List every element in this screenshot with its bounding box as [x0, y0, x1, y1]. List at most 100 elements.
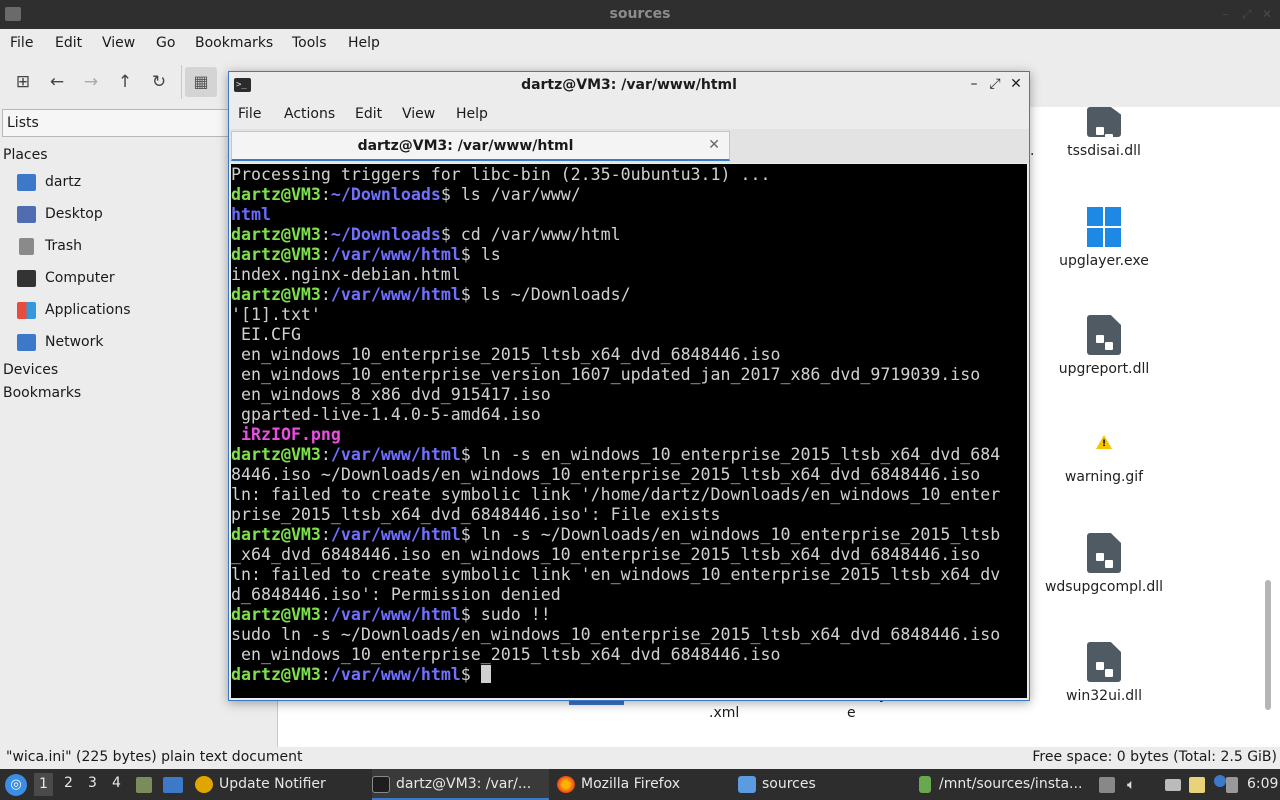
- notification-icon[interactable]: [1214, 775, 1226, 787]
- workspace-1[interactable]: 1: [34, 773, 53, 796]
- volume-icon[interactable]: 🔈︎: [1127, 777, 1143, 793]
- menu-bookmarks[interactable]: Bookmarks: [195, 35, 273, 51]
- workspace-2[interactable]: 2: [64, 775, 73, 791]
- terminal-text: '[1].txt': [231, 305, 321, 324]
- prompt-user: dartz@VM3: [231, 245, 321, 264]
- show-desktop-icon[interactable]: [163, 777, 183, 793]
- prompt-path: /var/www/html: [330, 525, 461, 544]
- menu-tools[interactable]: Tools: [292, 35, 327, 51]
- toolbar-separator: [181, 65, 182, 99]
- up-icon[interactable]: ↑: [114, 71, 136, 93]
- back-icon[interactable]: ←: [46, 71, 68, 93]
- prompt-user: dartz@VM3: [231, 225, 321, 244]
- dll-file-icon: [1087, 107, 1121, 137]
- file-item[interactable]: tssdisai.dll: [1034, 107, 1174, 159]
- terminal-line: dartz@VM3:~/Downloads$ ls /var/www/: [231, 185, 1027, 205]
- sidebar-item-label: Desktop: [45, 206, 103, 222]
- sidebar-item-desktop[interactable]: Desktop: [17, 203, 257, 227]
- battery-icon[interactable]: [1226, 777, 1238, 793]
- file-name: win32ui.dll: [1066, 688, 1142, 704]
- sidebar-item-network[interactable]: Network: [17, 331, 257, 355]
- close-tab-icon[interactable]: ✕: [708, 137, 720, 153]
- terminal-window: >_ dartz@VM3: /var/www/html – ⤢ ✕ File A…: [228, 71, 1030, 701]
- terminal-tab[interactable]: dartz@VM3: /var/www/html ✕: [231, 131, 730, 161]
- file-item[interactable]: upgreport.dll: [1034, 315, 1174, 377]
- terminal-tab-label: dartz@VM3: /var/www/html: [357, 138, 574, 154]
- prompt-user: dartz@VM3: [231, 445, 321, 464]
- menu-view[interactable]: View: [402, 106, 435, 122]
- task-update-notifier[interactable]: Update Notifier: [195, 769, 365, 800]
- menu-help[interactable]: Help: [456, 106, 488, 122]
- terminal-line: dartz@VM3:/var/www/html$: [231, 665, 1027, 685]
- menu-view[interactable]: View: [102, 35, 135, 51]
- terminal-text: $ ln -s en_windows_10_enterprise_2015_lt…: [460, 445, 1001, 464]
- terminal-line: html: [231, 205, 1027, 225]
- terminal-text: Processing triggers for libc-bin (2.35-0…: [231, 165, 771, 184]
- terminal-line: dartz@VM3:/var/www/html$ ls ~/Downloads/: [231, 285, 1027, 305]
- close-icon[interactable]: ✕: [1008, 76, 1024, 92]
- partial-file-label: .xml: [709, 705, 740, 721]
- terminal-text: sudo ln -s ~/Downloads/en_windows_10_ent…: [231, 625, 1001, 644]
- bookmarks-heading[interactable]: Bookmarks: [3, 385, 81, 401]
- menu-file[interactable]: File: [238, 106, 261, 122]
- terminal-line: ln: failed to create symbolic link '/hom…: [231, 485, 1027, 505]
- desktop-icon: [17, 206, 36, 223]
- taskbar: ◎ 1 2 3 4 Update Notifier dartz@VM3: /va…: [0, 769, 1280, 800]
- file-item[interactable]: win32ui.dll: [1034, 642, 1174, 704]
- terminal-titlebar[interactable]: >_ dartz@VM3: /var/www/html – ⤢ ✕: [229, 72, 1029, 99]
- menu-edit[interactable]: Edit: [55, 35, 82, 51]
- file-item[interactable]: wdsupgcompl.dll: [1034, 533, 1174, 595]
- task-firefox[interactable]: Mozilla Firefox: [557, 769, 727, 800]
- close-icon[interactable]: ✕: [1262, 7, 1272, 21]
- maximize-icon[interactable]: ⤢: [1242, 7, 1252, 22]
- file-name: upgreport.dll: [1058, 361, 1150, 377]
- menu-go[interactable]: Go: [156, 35, 175, 51]
- sidebar-item-label: dartz: [45, 174, 82, 190]
- dll-file-icon: [1087, 315, 1121, 355]
- sidebar-mode-select[interactable]: Lists: [2, 109, 242, 137]
- terminal-output[interactable]: Processing triggers for libc-bin (2.35-0…: [231, 164, 1027, 698]
- task-terminal[interactable]: dartz@VM3: /var/...: [372, 769, 549, 800]
- icon-view-icon[interactable]: ▦: [185, 67, 217, 97]
- terminal-text: iRzIOF.png: [241, 425, 341, 444]
- minimize-icon[interactable]: –: [966, 76, 982, 92]
- menu-file[interactable]: File: [10, 35, 33, 51]
- sidebar-item-computer[interactable]: Computer: [17, 267, 257, 291]
- eject-icon[interactable]: [1099, 777, 1115, 793]
- sidebar-item-dartz[interactable]: dartz: [17, 171, 257, 195]
- menu-actions[interactable]: Actions: [284, 106, 335, 122]
- task-installer-document[interactable]: /mnt/sources/insta...: [919, 769, 1089, 800]
- terminal-line: gparted-live-1.4.0-5-amd64.iso: [231, 405, 1027, 425]
- file-item[interactable]: upglayer.exe: [1034, 207, 1174, 269]
- keyboard-icon[interactable]: [1165, 779, 1181, 791]
- terminal-line: en_windows_8_x86_dvd_915417.iso: [231, 385, 1027, 405]
- new-tab-icon[interactable]: ⊞: [12, 71, 34, 93]
- start-menu-icon[interactable]: ◎: [5, 774, 27, 796]
- sidebar-item-applications[interactable]: Applications: [17, 299, 257, 323]
- file-item[interactable]: ! warning.gif: [1034, 435, 1174, 485]
- forward-icon[interactable]: →: [80, 71, 102, 93]
- terminal-line: index.nginx-debian.html: [231, 265, 1027, 285]
- workspace-4[interactable]: 4: [112, 775, 121, 791]
- prompt-path: /var/www/html: [330, 245, 461, 264]
- trash-icon: [19, 238, 34, 255]
- devices-heading[interactable]: Devices: [3, 362, 58, 378]
- maximize-icon[interactable]: ⤢: [987, 76, 1003, 92]
- file-manager-launcher-icon[interactable]: [136, 777, 152, 793]
- clipboard-icon[interactable]: [1189, 777, 1205, 793]
- clock[interactable]: 6:09: [1247, 776, 1278, 792]
- reload-icon[interactable]: ↻: [148, 71, 170, 93]
- file-view-scrollbar[interactable]: [1265, 580, 1271, 710]
- places-heading[interactable]: Places: [3, 147, 48, 163]
- prompt-path: ~/Downloads: [330, 225, 441, 244]
- network-icon: [17, 334, 36, 351]
- menu-help[interactable]: Help: [348, 35, 380, 51]
- sidebar-item-label: Network: [45, 334, 104, 350]
- menu-edit[interactable]: Edit: [355, 106, 382, 122]
- sidebar-item-trash[interactable]: Trash: [17, 235, 257, 259]
- terminal-text: index.nginx-debian.html: [231, 265, 461, 284]
- task-sources[interactable]: sources: [738, 769, 908, 800]
- workspace-3[interactable]: 3: [88, 775, 97, 791]
- minimize-icon[interactable]: –: [1222, 7, 1228, 21]
- windows-exe-icon: [1087, 207, 1121, 247]
